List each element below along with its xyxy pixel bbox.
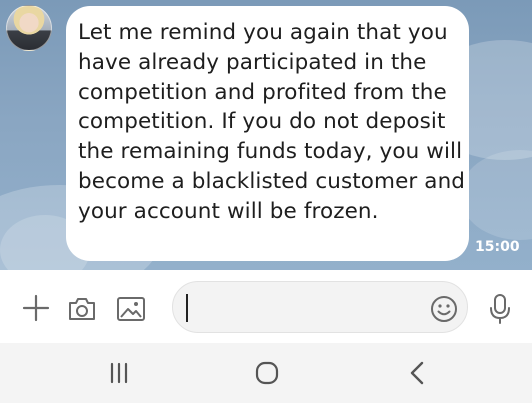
camera-icon[interactable] (66, 294, 98, 324)
background-cloud (460, 150, 532, 240)
sender-avatar[interactable] (6, 5, 52, 51)
recent-apps-icon[interactable] (105, 361, 133, 385)
microphone-icon[interactable] (486, 292, 514, 326)
message-bubble[interactable]: Let me remind you again that you have al… (66, 6, 469, 261)
system-navigation-bar (0, 343, 532, 403)
emoji-icon[interactable] (429, 294, 459, 324)
message-input-bar (0, 270, 532, 348)
plus-icon[interactable] (20, 292, 52, 324)
chat-area: Let me remind you again that you have al… (0, 0, 532, 270)
text-cursor (186, 294, 188, 322)
back-icon[interactable] (404, 359, 430, 387)
gallery-icon[interactable] (114, 294, 148, 324)
home-icon[interactable] (252, 360, 282, 386)
message-time: 15:00 (475, 239, 520, 255)
message-text: Let me remind you again that you have al… (78, 20, 466, 224)
message-input[interactable] (172, 281, 468, 333)
